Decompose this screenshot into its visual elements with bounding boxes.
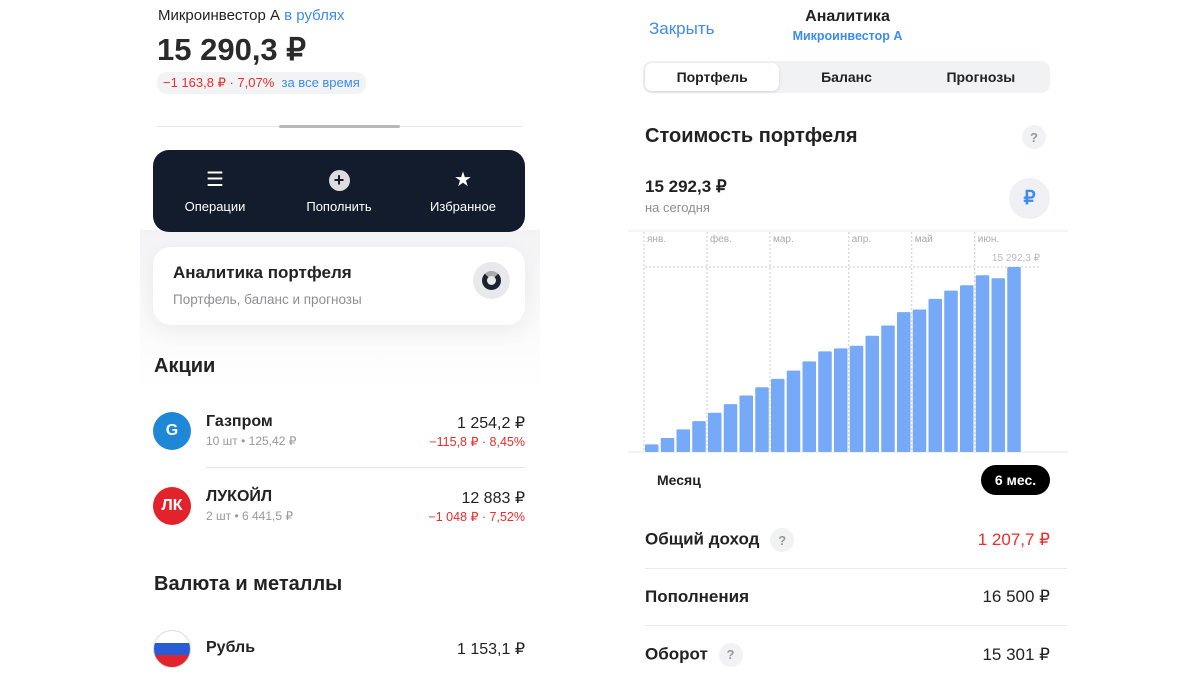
favorites-label: Избранное <box>430 198 496 214</box>
total-change-pill[interactable]: −1 163,8 ₽ · 7,07% за все время <box>157 72 366 94</box>
stat-turnover: Оборот ? 15 301 ₽ <box>645 626 1067 683</box>
chart-bar <box>645 444 659 452</box>
favorites-button[interactable]: ★ Избранное <box>408 169 518 214</box>
currency-row-ruble[interactable]: Рубль 1 153,1 ₽ <box>153 623 525 673</box>
help-icon[interactable]: ? <box>1022 125 1046 149</box>
close-button[interactable]: Закрыть <box>649 19 714 39</box>
action-toolbar: ☰ Операции + Пополнить ★ Избранное <box>153 150 525 232</box>
plus-circle-icon: + <box>328 169 350 191</box>
chart-bar <box>881 325 895 452</box>
chart-bar <box>739 395 753 452</box>
stat-label: Пополнения <box>645 587 749 606</box>
stocks-heading: Акции <box>154 355 216 377</box>
chart-bar <box>1007 267 1021 452</box>
russia-flag-icon <box>153 630 191 668</box>
tab-bar: Портфель Баланс Прогнозы <box>643 61 1050 93</box>
account-header: Микроинвестор А в рублях <box>158 7 344 24</box>
currency-value: 1 153,1 ₽ <box>456 641 525 658</box>
chart-bar <box>865 335 879 452</box>
month-label: фев. <box>710 233 732 245</box>
operations-icon: ☰ <box>206 168 224 191</box>
chart-bar <box>849 345 864 452</box>
chart-bar <box>834 348 848 452</box>
operations-button[interactable]: ☰ Операции <box>160 169 270 214</box>
stock-quantity: 2 шт • 6 441,5 ₽ <box>206 509 294 523</box>
tab-portfolio[interactable]: Портфель <box>645 63 780 91</box>
stock-row-lukoil[interactable]: ЛК ЛУКОЙЛ 2 шт • 6 441,5 ₽ 12 883 ₽ −1 0… <box>153 480 525 530</box>
top-up-label: Пополнить <box>306 198 372 214</box>
period-month[interactable]: Месяц <box>657 472 701 488</box>
screen-title: Аналитика <box>805 8 890 25</box>
chart-bar <box>786 370 801 452</box>
chart-bar <box>912 309 927 452</box>
account-name: Микроинвестор А <box>158 7 280 24</box>
page-indicator[interactable] <box>279 125 400 128</box>
lukoil-logo-icon: ЛК <box>153 487 191 525</box>
analytics-card[interactable]: Аналитика портфеля Портфель, баланс и пр… <box>153 247 525 325</box>
stock-change: −1 048 ₽ · 7,52% <box>428 510 525 524</box>
stock-change: −115,8 ₽ · 8,45% <box>429 435 525 449</box>
chart-bar <box>723 404 738 452</box>
currency-link[interactable]: в рублях <box>284 7 344 24</box>
stock-quantity: 10 шт • 125,42 ₽ <box>206 434 297 448</box>
portfolio-chart: янв. фев. мар. апр. май июн. 15 292,3 ₽ <box>628 230 1068 453</box>
chart-bar <box>944 290 958 452</box>
month-label: янв. <box>647 234 666 245</box>
month-label: апр. <box>852 234 871 245</box>
stat-value: 16 500 ₽ <box>982 587 1050 606</box>
tab-forecasts[interactable]: Прогнозы <box>914 63 1048 91</box>
portfolio-total: 15 290,3 ₽ <box>157 32 307 67</box>
tab-balance[interactable]: Баланс <box>779 63 913 91</box>
analytics-card-title: Аналитика портфеля <box>173 263 352 282</box>
chart-bar <box>755 387 769 452</box>
star-icon: ★ <box>454 168 472 191</box>
value-caption: на сегодня <box>645 200 710 215</box>
portfolio-value: 15 292,3 ₽ <box>645 177 727 196</box>
help-icon[interactable]: ? <box>718 642 743 667</box>
period-6-months[interactable]: 6 мес. <box>981 465 1050 495</box>
currency-heading: Валюта и металлы <box>154 573 343 595</box>
stock-value: 12 883 ₽ <box>461 490 525 507</box>
currency-name: Рубль <box>206 639 256 656</box>
stat-total-income: Общий доход ? 1 207,7 ₽ <box>645 512 1067 569</box>
section-title: Стоимость портфеля <box>645 125 858 147</box>
max-value-label: 15 292,3 ₽ <box>992 253 1041 264</box>
chart-bar <box>960 285 974 452</box>
stat-label: Общий доход <box>645 529 760 549</box>
month-label: мар. <box>773 234 794 245</box>
currency-toggle-button[interactable]: ₽ <box>1009 178 1050 219</box>
help-icon[interactable]: ? <box>770 528 795 552</box>
chart-bar <box>991 278 1005 452</box>
chart-bar <box>928 298 942 452</box>
chart-bar <box>692 421 706 452</box>
divider <box>206 467 525 468</box>
chart-bar <box>802 361 816 452</box>
stat-label: Оборот <box>645 644 708 663</box>
donut-chart-icon <box>473 262 510 299</box>
stat-value: 15 301 ₽ <box>982 644 1050 664</box>
chart-bar <box>897 312 911 452</box>
stat-value: 1 207,7 ₽ <box>977 530 1050 549</box>
chart-bar <box>676 429 690 452</box>
screen-subtitle[interactable]: Микроинвестор А <box>760 29 935 43</box>
stock-row-gazprom[interactable]: G Газпром 10 шт • 125,42 ₽ 1 254,2 ₽ −11… <box>153 405 525 455</box>
change-period: за все время <box>281 75 360 90</box>
chart-bar <box>708 412 722 452</box>
chart-bar <box>660 438 675 452</box>
stock-value: 1 254,2 ₽ <box>456 415 525 432</box>
chart-bar <box>975 275 990 452</box>
analytics-card-subtitle: Портфель, баланс и прогнозы <box>173 292 362 307</box>
chart-bar <box>818 351 832 452</box>
operations-label: Операции <box>184 198 246 214</box>
top-up-button[interactable]: + Пополнить <box>284 169 394 214</box>
gazprom-logo-icon: G <box>153 412 191 450</box>
month-label: май <box>915 234 933 245</box>
month-label: июн. <box>978 234 999 245</box>
stat-deposits: Пополнения 16 500 ₽ <box>645 569 1067 626</box>
total-change: −1 163,8 ₽ · 7,07% <box>163 75 275 90</box>
stock-name: Газпром <box>206 413 273 430</box>
chart-bar <box>771 378 785 452</box>
stock-name: ЛУКОЙЛ <box>206 488 273 505</box>
